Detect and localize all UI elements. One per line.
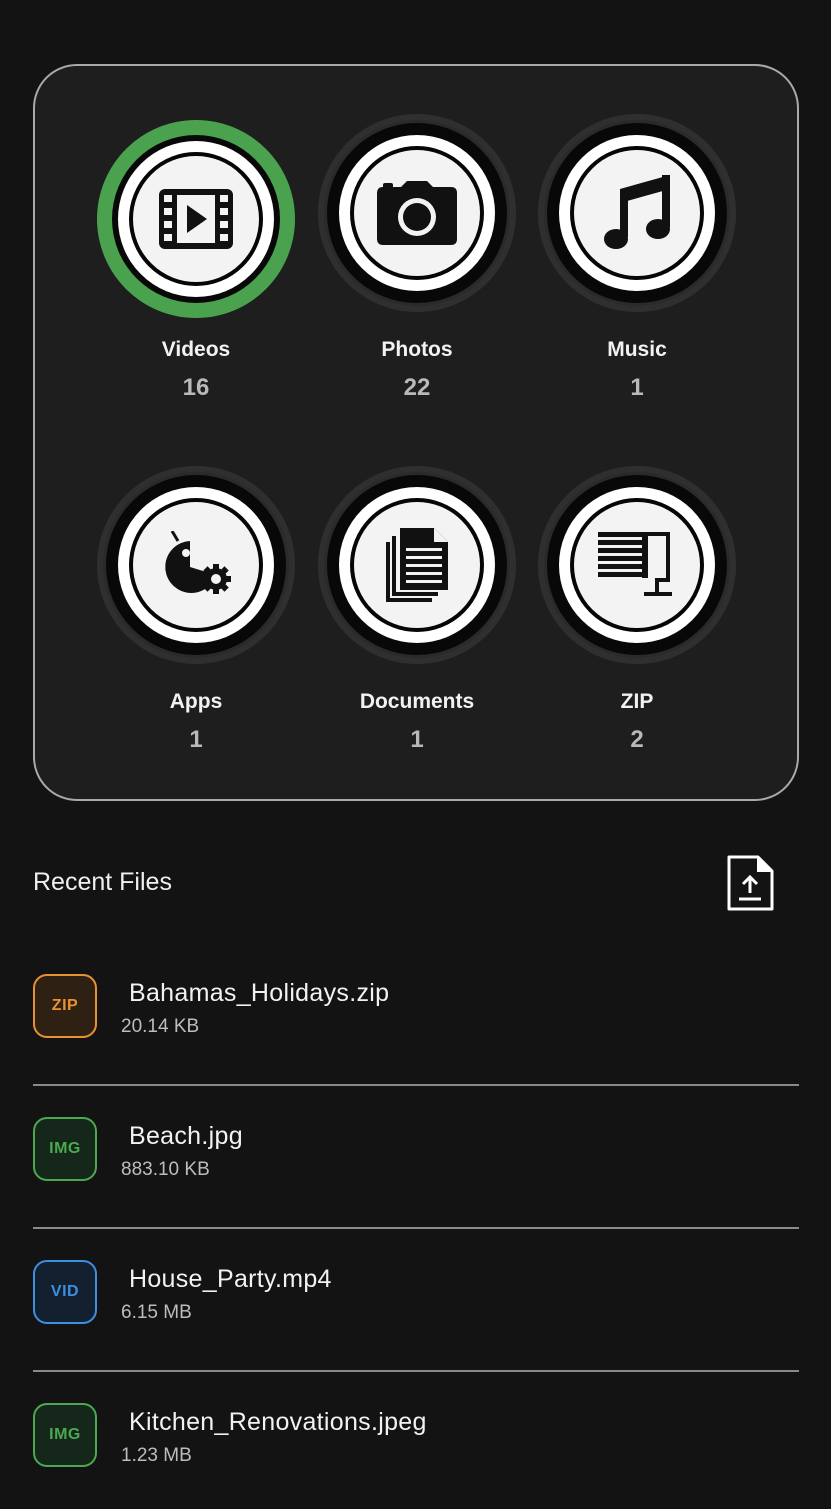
categories-card: Videos 16 Photos 22 Music 1 Apps 1 Docum… (33, 64, 799, 801)
documents-icon (386, 528, 448, 602)
category-count: 1 (410, 726, 424, 753)
category-ring[interactable] (318, 114, 516, 312)
category-count: 22 (403, 374, 431, 401)
category-videos[interactable]: Videos 16 (86, 120, 306, 402)
camera-icon (377, 181, 457, 245)
category-ring[interactable] (538, 114, 736, 312)
video-icon (159, 189, 233, 249)
category-count: 2 (630, 726, 644, 753)
file-upload-icon (727, 855, 774, 911)
upload-button[interactable] (722, 852, 778, 914)
list-item[interactable]: IMG Beach.jpg 883.10 KB (33, 1087, 799, 1229)
recent-files-title: Recent Files (33, 868, 172, 896)
category-zip[interactable]: ZIP 2 (527, 466, 747, 754)
file-type-badge: IMG (33, 1117, 97, 1181)
category-apps[interactable]: Apps 1 (86, 466, 306, 754)
category-count: 16 (182, 374, 210, 401)
category-label: ZIP (620, 690, 654, 713)
file-type-badge: ZIP (33, 974, 97, 1038)
list-item[interactable]: IMG Kitchen_Renovations.jpeg 1.23 MB (33, 1373, 799, 1509)
category-label: Documents (359, 690, 475, 713)
category-ring[interactable] (318, 466, 516, 664)
file-type-badge: VID (33, 1260, 97, 1324)
category-documents[interactable]: Documents 1 (307, 466, 527, 754)
category-ring[interactable] (538, 466, 736, 664)
list-item[interactable]: ZIP Bahamas_Holidays.zip 20.14 KB (33, 944, 799, 1086)
category-ring[interactable] (97, 120, 295, 318)
music-note-icon (604, 175, 670, 249)
category-label: Videos (161, 338, 231, 361)
file-type-badge: IMG (33, 1403, 97, 1467)
file-size: 1.23 MB (121, 1445, 192, 1466)
category-label: Music (607, 338, 667, 361)
file-name: Bahamas_Holidays.zip (129, 979, 390, 1007)
android-gear-icon (165, 531, 231, 594)
file-size: 20.14 KB (121, 1016, 200, 1037)
category-count: 1 (189, 726, 203, 753)
file-manager-screen: Videos 16 Photos 22 Music 1 Apps 1 Docum… (0, 0, 831, 1509)
file-name: Kitchen_Renovations.jpeg (129, 1408, 427, 1436)
zip-clamp-icon (598, 532, 672, 596)
category-count: 1 (630, 374, 644, 401)
category-label: Photos (381, 338, 453, 361)
category-photos[interactable]: Photos 22 (307, 114, 527, 402)
category-label: Apps (169, 690, 223, 713)
file-name: House_Party.mp4 (129, 1265, 332, 1293)
file-name: Beach.jpg (129, 1122, 243, 1150)
file-size: 883.10 KB (121, 1159, 210, 1180)
list-item[interactable]: VID House_Party.mp4 6.15 MB (33, 1230, 799, 1372)
category-ring[interactable] (97, 466, 295, 664)
file-size: 6.15 MB (121, 1302, 192, 1323)
category-music[interactable]: Music 1 (527, 114, 747, 402)
